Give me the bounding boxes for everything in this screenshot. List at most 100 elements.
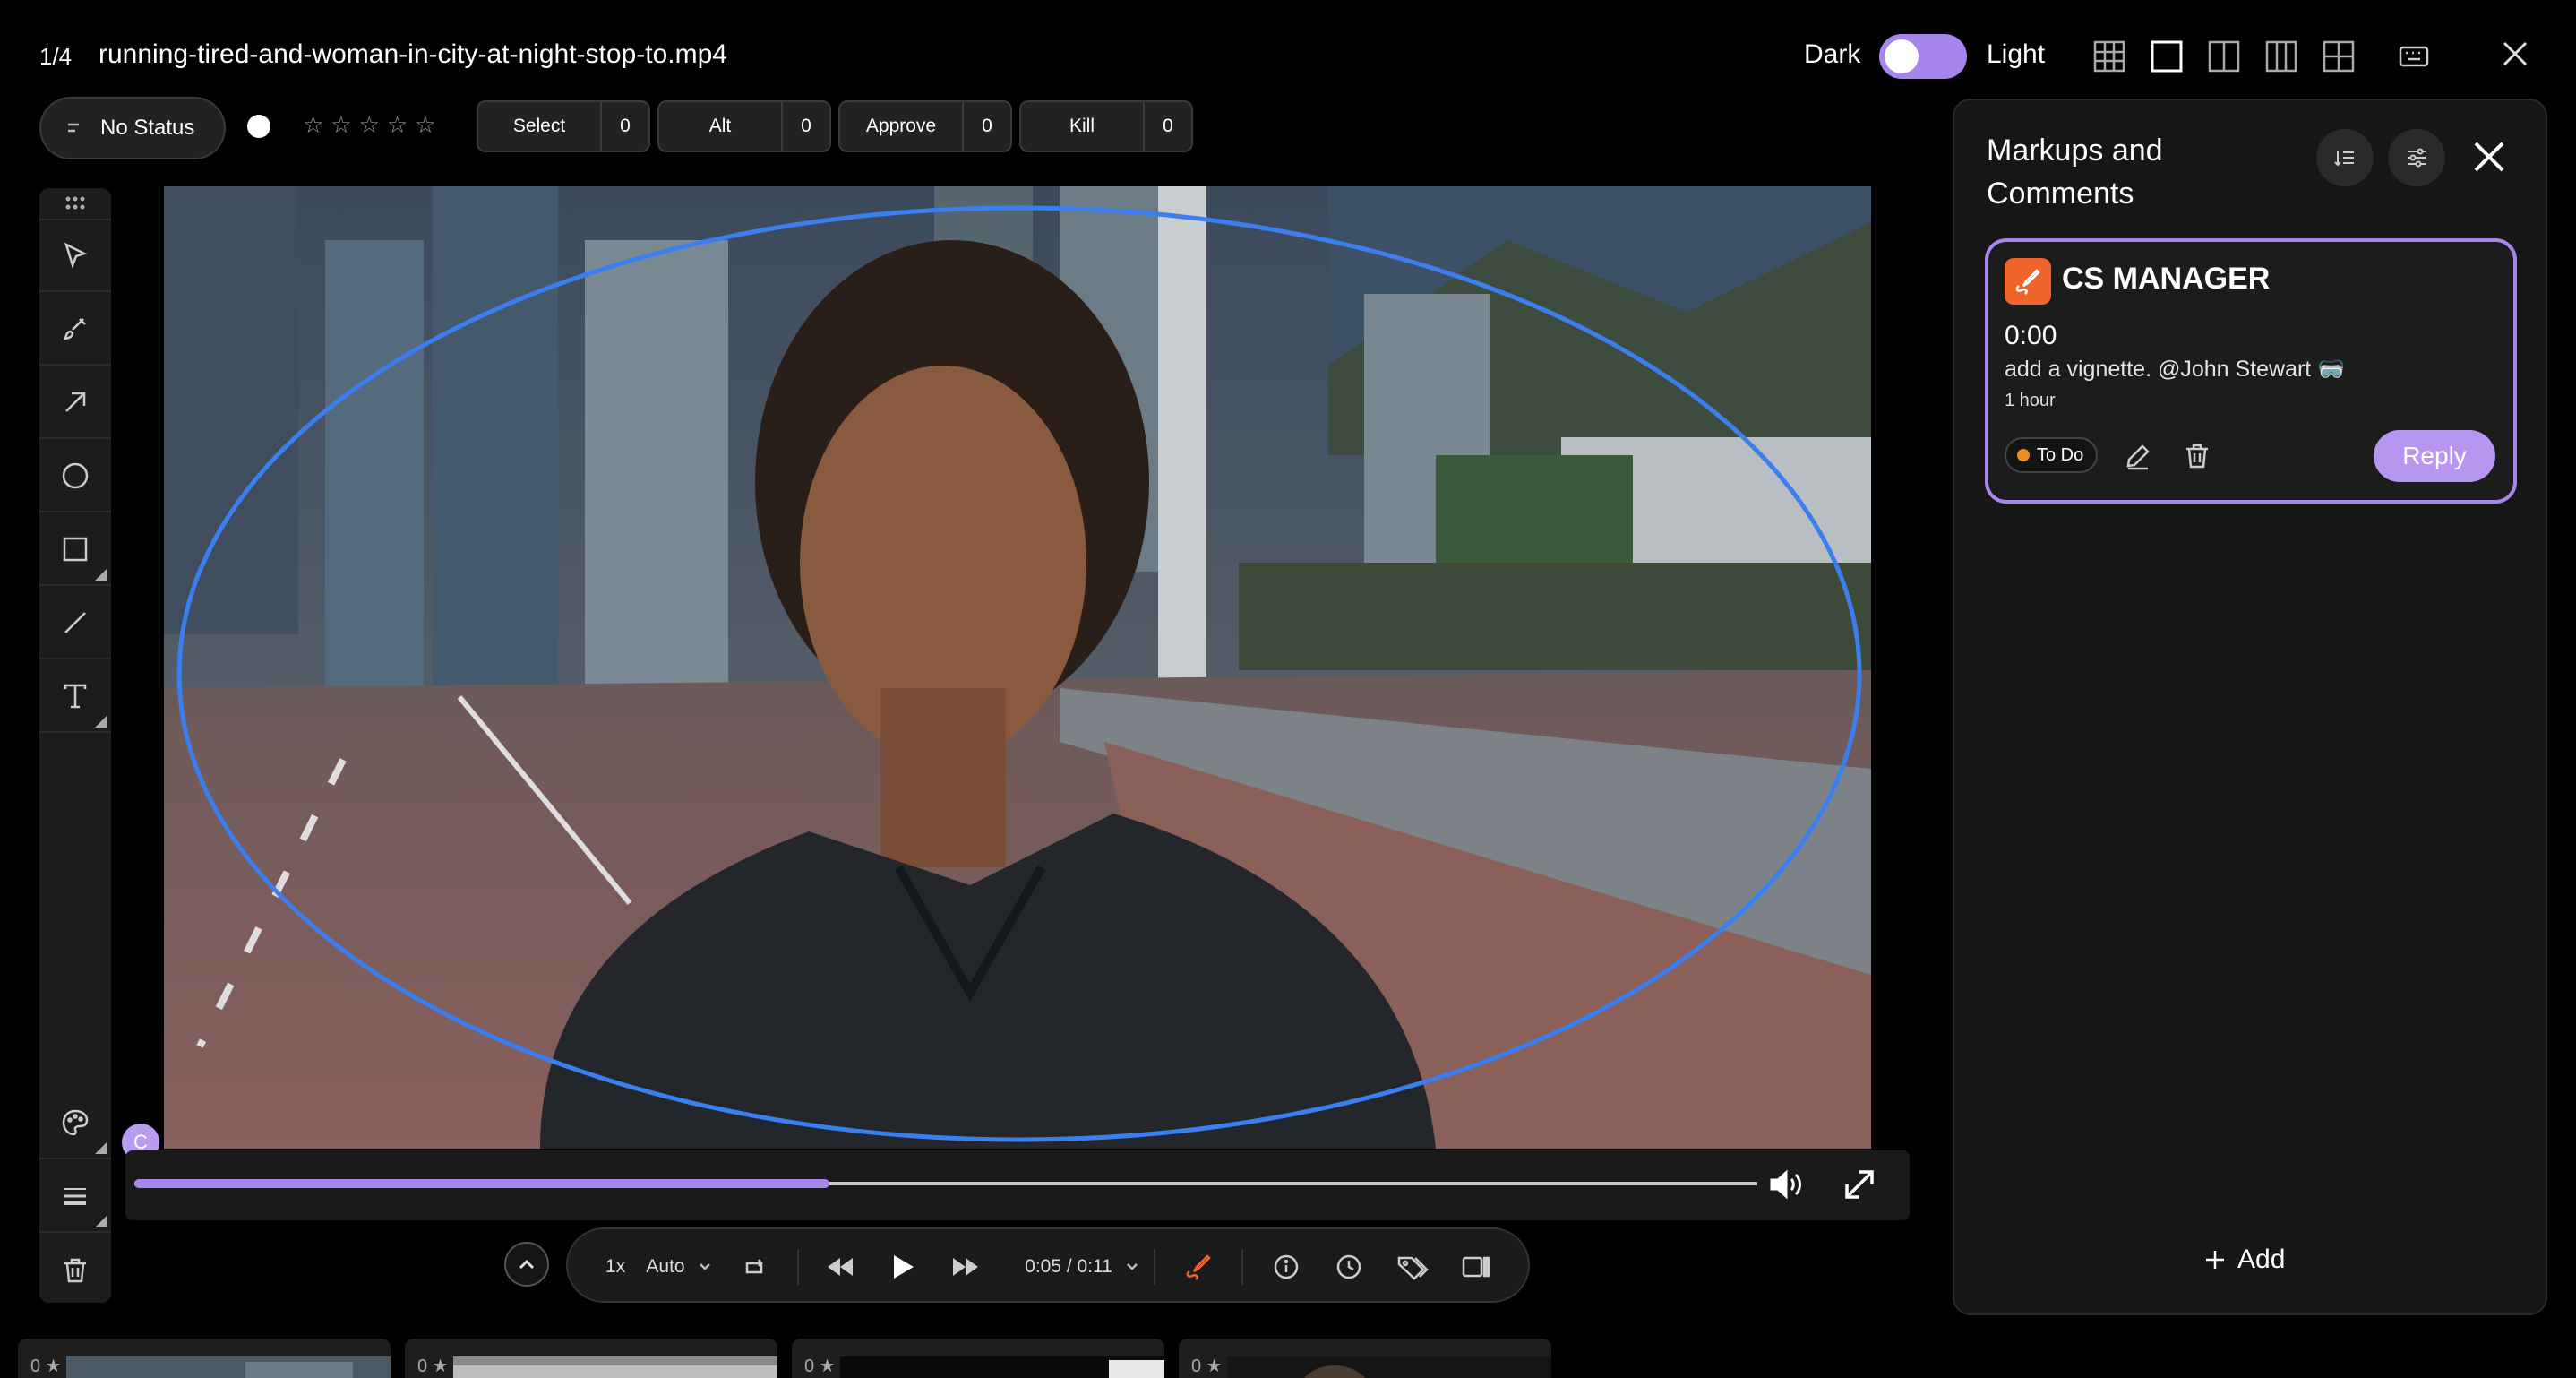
delete-markup-tool[interactable] (39, 1235, 111, 1306)
status-icon (68, 123, 79, 133)
text-icon (64, 684, 87, 709)
status-dot (2017, 449, 2030, 461)
chevron-down-icon (699, 1263, 710, 1270)
square-icon (63, 537, 88, 562)
approve-counter-button[interactable]: Approve 0 (838, 100, 1012, 152)
sort-button[interactable] (2316, 129, 2374, 186)
text-tool[interactable] (39, 661, 111, 733)
quality-label: Auto (646, 1256, 685, 1277)
chevron-down-icon (1127, 1263, 1138, 1270)
select-count: 0 (600, 102, 648, 151)
stroke-width-tool[interactable] (39, 1161, 111, 1233)
filter-button[interactable] (2388, 129, 2445, 186)
thumbnail-image (453, 1356, 777, 1378)
line-icon (64, 612, 86, 633)
thumbnail-3[interactable]: 0 ★ (792, 1339, 1164, 1378)
trash-icon (64, 1258, 86, 1283)
pen-tool[interactable] (39, 294, 111, 366)
alt-counter-button[interactable]: Alt 0 (657, 100, 831, 152)
thumbnail-rating: 0 ★ (804, 1356, 836, 1376)
quad-view-icon[interactable] (2322, 39, 2356, 73)
history-button[interactable] (1322, 1229, 1376, 1305)
thumbnail-image (66, 1356, 391, 1378)
thumbnail-4[interactable]: 0 ★ (1179, 1339, 1551, 1378)
collapse-toggle-button[interactable] (504, 1242, 549, 1287)
delete-comment-icon[interactable] (2182, 441, 2212, 471)
info-icon (1274, 1254, 1299, 1279)
playback-speed[interactable]: 1x (593, 1229, 638, 1305)
status-label: No Status (100, 116, 195, 140)
thumbnail-1[interactable]: 0 ★ (18, 1339, 391, 1378)
panel-title: Markups and Comments (1987, 133, 2163, 211)
close-panel-icon[interactable] (2469, 136, 2510, 177)
select-counter-button[interactable]: Select 0 (477, 100, 650, 152)
panel-icon (1462, 1256, 1490, 1278)
time-format-button[interactable] (1105, 1229, 1159, 1305)
tag-icon (1397, 1256, 1429, 1280)
comment-timestamp[interactable]: 0:00 (2005, 321, 2057, 351)
sliders-icon (2408, 148, 2426, 168)
alt-label: Alt (708, 116, 732, 136)
comment-status-badge[interactable]: To Do (2005, 437, 2098, 473)
rectangle-tool[interactable] (39, 514, 111, 586)
line-tool[interactable] (39, 588, 111, 659)
loop-button[interactable] (727, 1229, 781, 1305)
asset-counter: 1/4 (39, 43, 73, 70)
markup-toggle-button[interactable] (1172, 1229, 1225, 1305)
status-dropdown[interactable]: No Status (39, 97, 226, 159)
thumbnail-2[interactable]: 0 ★ (405, 1339, 777, 1378)
close-icon[interactable] (2499, 38, 2531, 70)
thumbnail-image (840, 1356, 1164, 1378)
loop-icon (745, 1259, 763, 1274)
star-rating[interactable]: ☆☆☆☆☆ (303, 111, 443, 139)
edit-icon[interactable] (2123, 441, 2153, 471)
theme-dark-label: Dark (1804, 39, 1861, 69)
grid-view-icon[interactable] (2092, 39, 2126, 73)
markup-pen-icon (1186, 1254, 1211, 1280)
ellipse-tool[interactable] (39, 441, 111, 512)
volume-icon[interactable] (1766, 1165, 1806, 1204)
single-view-icon[interactable] (2150, 39, 2184, 73)
fast-forward-button[interactable] (939, 1229, 992, 1305)
split-view-icon[interactable] (2207, 39, 2241, 73)
chevron-up-icon (519, 1259, 535, 1270)
comment-age: 1 hour (2005, 391, 2056, 410)
compare-button[interactable] (1449, 1229, 1503, 1305)
comment-status-label: To Do (2037, 444, 2084, 465)
quality-select[interactable]: Auto (636, 1229, 722, 1305)
thumbnail-rating: 0 ★ (417, 1356, 449, 1376)
select-label: Select (512, 116, 566, 136)
keyboard-icon[interactable] (2397, 39, 2431, 73)
play-button[interactable] (876, 1229, 930, 1305)
fast-forward-icon (953, 1258, 978, 1276)
cursor-icon (64, 242, 88, 269)
reply-button[interactable]: Reply (2374, 430, 2495, 482)
add-comment-button[interactable]: Add (2203, 1242, 2302, 1278)
timeline-progress[interactable] (134, 1179, 829, 1188)
theme-toggle[interactable] (1879, 34, 1967, 79)
info-button[interactable] (1259, 1229, 1313, 1305)
palette-icon (62, 1109, 89, 1136)
thumbnail-rating: 0 ★ (30, 1356, 62, 1376)
markup-toolbar (39, 188, 111, 1303)
color-tool[interactable] (39, 1088, 111, 1159)
kill-label: Kill (1069, 116, 1095, 136)
file-name: running-tired-and-woman-in-city-at-night… (99, 39, 727, 69)
color-label-dot[interactable] (247, 115, 270, 138)
three-column-view-icon[interactable] (2264, 39, 2298, 73)
kill-counter-button[interactable]: Kill 0 (1019, 100, 1193, 152)
arrow-tool[interactable] (39, 367, 111, 439)
alt-count: 0 (781, 102, 829, 151)
fullscreen-icon[interactable] (1840, 1165, 1879, 1204)
arrow-icon (65, 392, 86, 412)
video-frame[interactable] (164, 186, 1871, 1149)
theme-light-label: Light (1987, 39, 2046, 69)
tags-button[interactable] (1387, 1229, 1440, 1305)
review-window: 1/4 running-tired-and-woman-in-city-at-n… (0, 0, 2576, 1378)
plus-icon (2206, 1251, 2224, 1269)
toolbar-drag-handle[interactable] (39, 188, 111, 220)
select-tool[interactable] (39, 220, 111, 292)
markup-pen-icon (2015, 269, 2040, 295)
approve-count: 0 (962, 102, 1010, 151)
rewind-button[interactable] (813, 1229, 867, 1305)
